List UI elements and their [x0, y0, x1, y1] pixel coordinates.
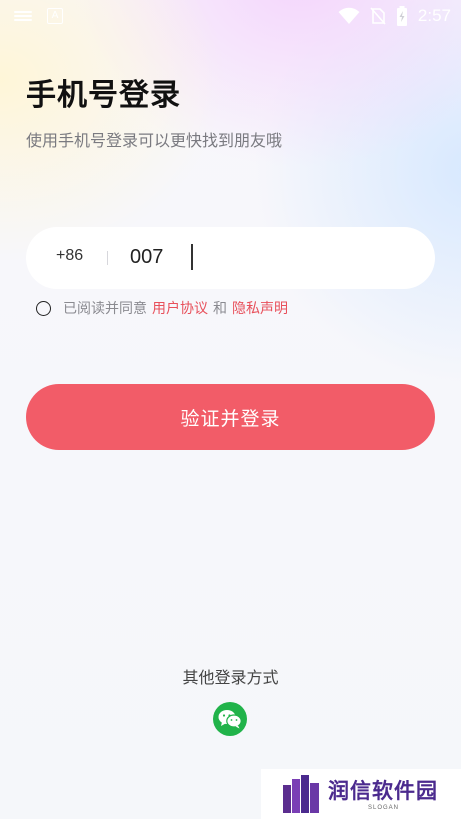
- status-time: 2:57: [417, 6, 451, 25]
- country-code-selector[interactable]: +86: [56, 247, 83, 265]
- wechat-icon: [218, 710, 242, 729]
- no-sim-icon: [370, 7, 386, 25]
- wifi-icon: [338, 7, 360, 24]
- phone-input-box[interactable]: +86: [26, 227, 435, 289]
- privacy-statement-link[interactable]: 隐私声明: [232, 298, 288, 318]
- watermark-logo-icon: [283, 775, 319, 813]
- agreement-checkbox[interactable]: [36, 300, 51, 316]
- agreement-conjunction: 和: [213, 301, 227, 317]
- page-title: 手机号登录: [26, 78, 181, 113]
- watermark: 润信软件园 SLOGAN: [261, 769, 461, 819]
- code-divider: [107, 251, 108, 265]
- verify-login-button[interactable]: 验证并登录: [26, 384, 435, 450]
- battery-charging-icon: [396, 6, 407, 26]
- a-notification-icon: A: [47, 8, 63, 24]
- wechat-login-button[interactable]: [213, 702, 247, 736]
- agreement-prefix: 已阅读并同意: [63, 301, 147, 317]
- agreement-row: 已阅读并同意 用户协议 和 隐私声明: [36, 297, 293, 319]
- user-agreement-link[interactable]: 用户协议: [152, 298, 208, 318]
- page-subtitle: 使用手机号登录可以更快找到朋友哦: [26, 131, 283, 150]
- status-bar: A 2:57: [0, 0, 461, 34]
- menu-lines-icon: [14, 11, 32, 21]
- phone-input[interactable]: [130, 243, 410, 271]
- watermark-text: 润信软件园: [328, 779, 438, 803]
- other-login-label: 其他登录方式: [182, 668, 279, 687]
- text-caret: [191, 244, 193, 270]
- watermark-slogan: SLOGAN: [368, 805, 400, 811]
